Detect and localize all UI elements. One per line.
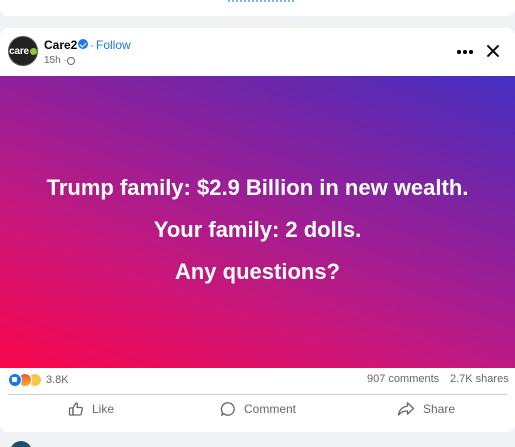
like-reaction-icon [8, 373, 22, 387]
follow-button[interactable]: Follow [96, 38, 131, 52]
comments-count[interactable]: 907 comments [367, 373, 439, 385]
comment-icon [220, 402, 235, 416]
like-button[interactable]: Like [68, 396, 114, 422]
next-post-avatar[interactable] [10, 441, 32, 447]
avatar-logo-dot [29, 47, 37, 55]
page-avatar[interactable]: care [8, 36, 38, 66]
share-icon [397, 402, 415, 416]
reactions-summary[interactable]: 3.8K [8, 372, 69, 388]
avatar-logo-text: care [9, 45, 29, 57]
comment-button[interactable]: Comment [220, 396, 296, 422]
more-icon [457, 50, 461, 54]
like-label: Like [92, 402, 115, 416]
image-text-line: Trump family: $2.9 Billion in new wealth… [46, 175, 469, 200]
previous-post-link-fragment[interactable] [228, 0, 294, 2]
image-text-line: Your family: 2 dolls. [153, 217, 362, 242]
follow-separator: · [90, 38, 94, 52]
verified-icon [78, 39, 88, 49]
more-icon-dot [463, 50, 467, 54]
reaction-count: 3.8K [46, 374, 69, 386]
previous-post-card [0, 0, 515, 16]
actions-divider [8, 394, 507, 395]
more-icon-dot [469, 50, 473, 54]
post-image[interactable]: Trump family: $2.9 Billion in new wealth… [0, 76, 515, 368]
share-button[interactable]: Share [397, 396, 455, 422]
comment-label: Comment [244, 402, 297, 416]
globe-icon [67, 57, 75, 65]
like-icon [68, 402, 83, 416]
share-label: Share [423, 402, 456, 416]
more-options-button[interactable] [452, 42, 478, 62]
page-name[interactable]: Care2 [44, 38, 77, 52]
image-text-line: Any questions? [174, 259, 340, 284]
post-timestamp[interactable]: 15h · [44, 55, 67, 66]
post-card: care Care2 · Follow 15h · Trump family: … [0, 28, 515, 432]
close-icon[interactable] [482, 40, 504, 62]
shares-count[interactable]: 2.7K shares [450, 373, 509, 385]
